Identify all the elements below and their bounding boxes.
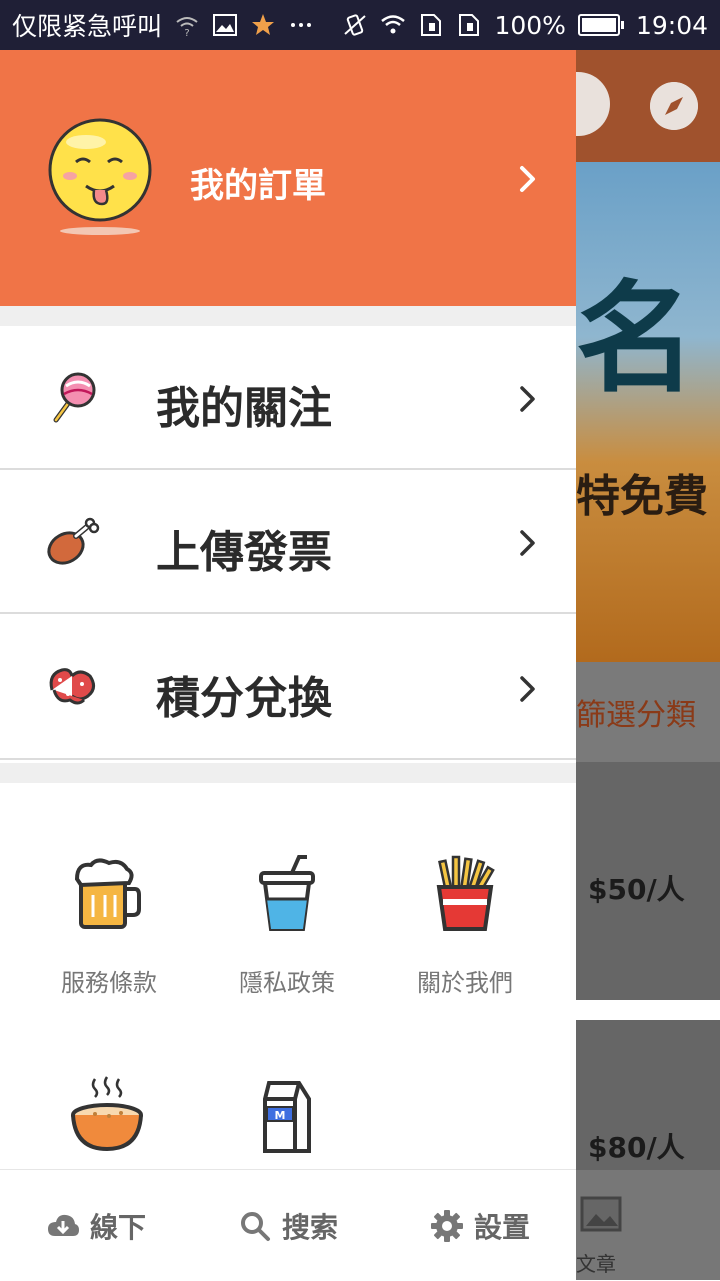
drumstick-icon	[47, 517, 100, 565]
battery-percent: 100%	[494, 10, 566, 40]
bg-banner-small-text: 特免費	[576, 471, 708, 522]
grid-item-terms-of-service[interactable]: 服務條款	[20, 855, 198, 998]
bg-top-bar	[576, 50, 720, 162]
menu-item-following[interactable]: 我的關注	[0, 326, 576, 470]
grid-item-privacy-policy[interactable]: 隱私政策	[198, 855, 376, 998]
smiley-avatar-icon	[48, 118, 152, 235]
settings-label: 設置	[473, 1210, 530, 1244]
beer-icon	[74, 858, 141, 929]
bg-tab-label: 文章	[576, 1252, 616, 1276]
grid-label: 關於我們	[417, 969, 513, 997]
grid-item-soup[interactable]	[20, 1075, 198, 1183]
chevron-right-icon	[520, 530, 535, 556]
offline-button[interactable]: 線下	[0, 1206, 192, 1246]
carrier-text: 仅限紧急呼叫	[12, 12, 163, 41]
drink-cup-icon	[259, 855, 315, 931]
background-app: 名 特免費 篩選分類 $50/人 $80/人 文章	[576, 50, 720, 1280]
section-divider	[0, 763, 576, 783]
fries-icon	[436, 855, 495, 931]
my-orders-label: 我的訂單	[190, 166, 326, 206]
grid-item-milk[interactable]: M	[198, 1075, 376, 1183]
settings-button[interactable]: 設置	[384, 1206, 576, 1246]
svg-text:?: ?	[184, 28, 189, 38]
grid-label: 隱私政策	[239, 969, 335, 997]
menu-label: 上傳發票	[156, 527, 332, 578]
grid-item-about-us[interactable]: 關於我們	[376, 855, 554, 998]
vibrate-icon	[344, 14, 367, 36]
menu-item-points-exchange[interactable]: 積分兌換	[0, 616, 576, 760]
lollipop-icon	[53, 372, 96, 423]
sim-icon	[459, 14, 480, 36]
octopus-icon	[49, 668, 95, 705]
chevron-right-icon	[520, 676, 535, 702]
wifi-icon	[381, 15, 406, 34]
menu-label: 我的關注	[156, 383, 332, 434]
grid-label: 服務條款	[61, 969, 157, 997]
sim-icon	[421, 14, 442, 36]
drawer-bottom-bar: 線下 搜索 設置	[0, 1169, 576, 1281]
bg-price: $80/人	[588, 1131, 685, 1164]
milk-carton-letter: M	[275, 1109, 286, 1122]
search-button[interactable]: 搜索	[192, 1206, 384, 1246]
section-divider	[0, 306, 576, 326]
clock: 19:04	[635, 10, 708, 40]
status-bar: 仅限紧急呼叫 ? 100% 19:04	[0, 0, 720, 50]
menu-label: 積分兌換	[156, 673, 332, 724]
more-options-grid: 服務條款 隱私政策 關於我們 M	[0, 783, 576, 1169]
milk-carton-icon: M	[263, 1081, 311, 1153]
compass-icon	[650, 82, 698, 130]
more-icon	[291, 23, 312, 27]
menu-item-upload-invoice[interactable]: 上傳發票	[0, 470, 576, 614]
chevron-right-icon	[520, 386, 535, 412]
bg-banner	[576, 162, 720, 662]
bg-price: $50/人	[588, 873, 685, 906]
chevron-right-icon	[520, 166, 535, 192]
navigation-drawer: 我的訂單 我的關注 上傳發票 積分兌換 服務條款 隱私政策 關於我們 M 線下 …	[0, 50, 576, 1281]
offline-label: 線下	[89, 1210, 146, 1244]
search-icon	[240, 1211, 270, 1241]
gear-icon	[430, 1209, 463, 1242]
bg-avatar-button	[576, 72, 610, 136]
picture-icon	[580, 1196, 622, 1232]
soup-bowl-icon	[71, 1076, 143, 1152]
bg-filter-label: 篩選分類	[576, 698, 696, 733]
battery-icon	[577, 14, 624, 36]
wifi-question-icon: ?	[176, 17, 198, 38]
cloud-download-icon	[47, 1214, 79, 1236]
drawer-header-my-orders[interactable]: 我的訂單	[0, 50, 576, 306]
search-label: 搜索	[281, 1210, 338, 1244]
bg-banner-big-text: 名	[576, 270, 696, 409]
star-icon	[252, 14, 275, 35]
image-icon	[213, 14, 238, 36]
